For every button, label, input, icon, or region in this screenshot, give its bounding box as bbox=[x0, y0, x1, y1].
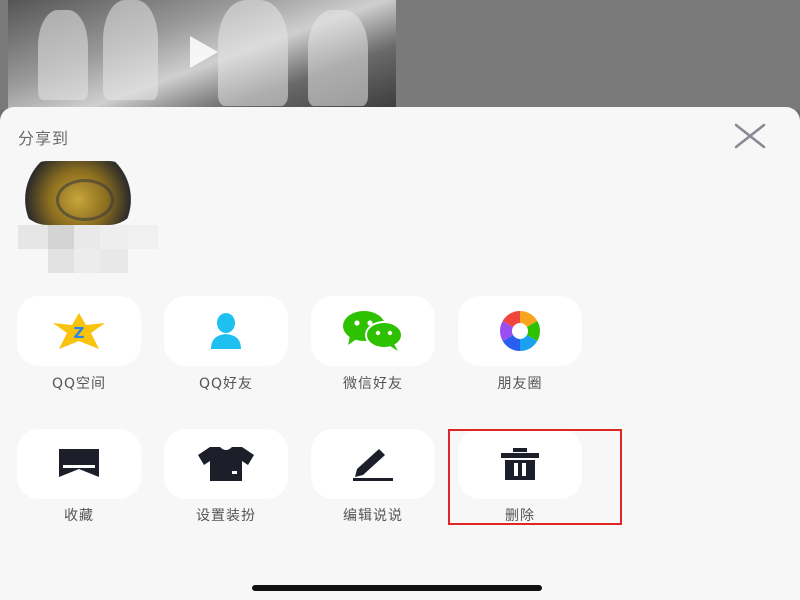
play-icon[interactable] bbox=[190, 36, 218, 68]
share-qq-friend-button[interactable] bbox=[164, 296, 288, 366]
share-moments-button[interactable] bbox=[458, 296, 582, 366]
home-indicator[interactable] bbox=[252, 585, 542, 591]
favorite-label: 收藏 bbox=[64, 508, 94, 524]
delete-label: 删除 bbox=[505, 508, 535, 524]
bookmark-icon bbox=[59, 449, 99, 477]
sheet-title: 分享到 bbox=[18, 129, 70, 148]
set-decoration-label: 设置装扮 bbox=[196, 508, 256, 524]
close-icon bbox=[734, 123, 766, 149]
avatar[interactable] bbox=[16, 161, 140, 225]
qzone-star-icon: Z bbox=[53, 313, 105, 349]
edit-post-label: 编辑说说 bbox=[343, 508, 403, 524]
pencil-icon bbox=[353, 449, 393, 481]
trash-icon bbox=[501, 448, 539, 480]
share-qq-friend-label: QQ好友 bbox=[198, 376, 254, 392]
share-wechat-button[interactable] bbox=[311, 296, 435, 366]
delete-button[interactable] bbox=[458, 429, 582, 499]
share-wechat-label: 微信好友 bbox=[343, 376, 403, 392]
set-decoration-button[interactable] bbox=[164, 429, 288, 499]
video-thumbnail[interactable] bbox=[8, 0, 396, 108]
screen: 分享到 Z QQ空间 QQ好友 微信好友 朋友圈 收藏 设置装扮 编辑说说 删除 bbox=[0, 0, 800, 600]
wechat-icon bbox=[343, 311, 403, 351]
close-button[interactable] bbox=[730, 121, 770, 151]
edit-post-button[interactable] bbox=[311, 429, 435, 499]
blurred-username bbox=[18, 225, 158, 273]
svg-text:Z: Z bbox=[74, 324, 85, 342]
moments-aperture-icon bbox=[500, 311, 540, 351]
tshirt-icon bbox=[198, 447, 254, 481]
qq-person-icon bbox=[211, 313, 241, 349]
share-moments-label: 朋友圈 bbox=[497, 376, 543, 392]
share-qzone-button[interactable]: Z bbox=[17, 296, 141, 366]
share-sheet: 分享到 Z QQ空间 QQ好友 微信好友 朋友圈 收藏 设置装扮 编辑说说 删除 bbox=[0, 107, 800, 600]
favorite-button[interactable] bbox=[17, 429, 141, 499]
share-qzone-label: QQ空间 bbox=[51, 376, 107, 392]
